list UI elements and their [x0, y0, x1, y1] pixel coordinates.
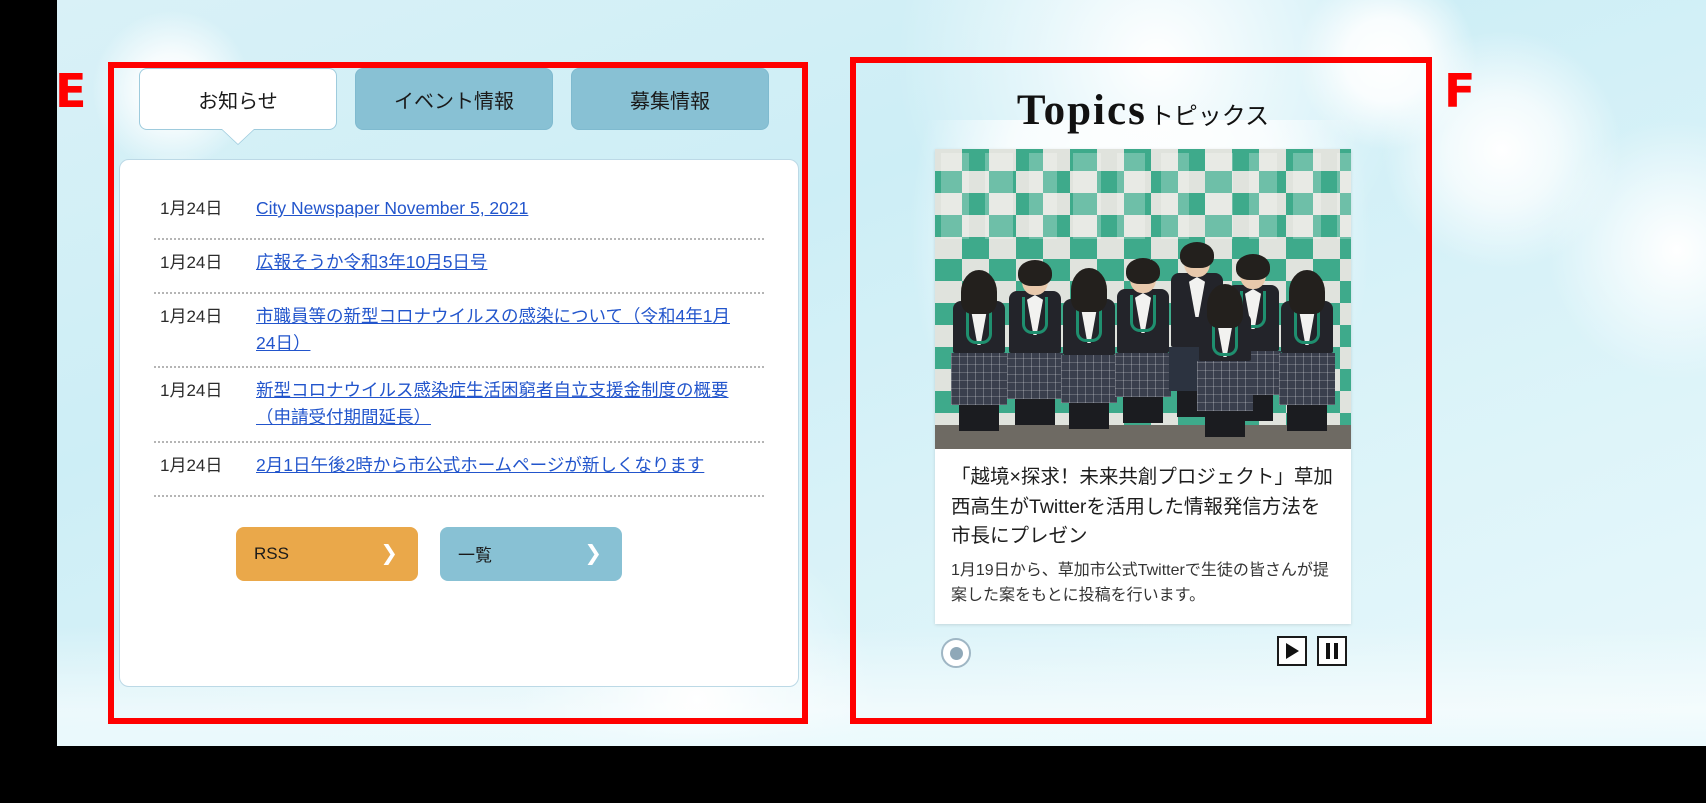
topics-description: 1月19日から、草加市公式Twitterで生徒の皆さんが提案した案をもとに投稿を…	[951, 561, 1329, 605]
slide-indicator-dot	[949, 646, 963, 660]
tab-event-info-label: イベント情報	[394, 90, 514, 113]
topics-headline[interactable]: 「越境×探求！未来共創プロジェクト」草加西高生がTwitterを活用した情報発信…	[951, 463, 1335, 552]
pause-button[interactable]	[1317, 636, 1347, 667]
playback-controls	[1277, 636, 1347, 667]
news-item-link[interactable]: 新型コロナウイルス感染症生活困窮者自立支援金制度の概要（申請受付期間延長）	[256, 377, 730, 431]
news-item-link[interactable]: 2月1日午後2時から市公式ホームページが新しくなります	[256, 452, 704, 479]
tab-oshirase-label: お知らせ	[198, 90, 278, 113]
news-item-date: 1月24日	[160, 381, 223, 401]
chevron-right-icon: ❯	[584, 542, 602, 565]
news-tab-bar: お知らせ イベント情報 募集情報	[119, 68, 799, 130]
slide-indicator-icon[interactable]	[941, 638, 971, 669]
topics-heading-jp: トピックス	[1149, 103, 1270, 130]
news-item-link[interactable]: 市職員等の新型コロナウイルスの感染について（令和4年1月24日）	[256, 303, 730, 357]
topics-carousel-controls	[935, 636, 1351, 676]
annotation-label-f: F	[1444, 64, 1476, 118]
rss-button-label: RSS	[254, 543, 289, 563]
news-list-item[interactable]: 1月24日 市職員等の新型コロナウイルスの感染について（令和4年1月24日）	[154, 294, 764, 369]
topics-card[interactable]: 「越境×探求！未来共創プロジェクト」草加西高生がTwitterを活用した情報発信…	[935, 149, 1351, 625]
tab-recruit-info[interactable]: 募集情報	[571, 68, 769, 130]
news-list-item[interactable]: 1月24日 City Newspaper November 5, 2021	[154, 186, 764, 240]
list-all-button[interactable]: 一覧 ❯	[440, 526, 622, 581]
tab-event-info[interactable]: イベント情報	[355, 68, 553, 130]
play-button[interactable]	[1277, 636, 1307, 667]
play-icon	[1285, 643, 1299, 660]
annotation-label-e: E	[55, 64, 87, 118]
news-item-date: 1月24日	[160, 253, 223, 272]
topics-photo	[935, 149, 1351, 449]
news-action-buttons: RSS ❯ 一覧 ❯	[154, 526, 764, 581]
photo-group-of-people	[935, 211, 1351, 437]
news-list-item[interactable]: 1月24日 2月1日午後2時から市公式ホームページが新しくなります	[154, 443, 764, 497]
news-panel: お知らせ イベント情報 募集情報 1月24日 City Newspaper No…	[119, 68, 799, 718]
tab-recruit-info-label: 募集情報	[630, 90, 710, 113]
chevron-right-icon: ❯	[380, 542, 398, 565]
topics-heading-en: Topics	[1016, 87, 1147, 134]
topics-caption: 「越境×探求！未来共創プロジェクト」草加西高生がTwitterを活用した情報発信…	[935, 449, 1351, 624]
tab-oshirase[interactable]: お知らせ	[139, 68, 337, 130]
news-item-link[interactable]: 広報そうか令和3年10月5日号	[256, 249, 487, 276]
screenshot-root: E F お知らせ イベント情報 募集情報 1月24日 City Newspape…	[0, 0, 1706, 803]
topics-panel: Topics トピックス 「越境×探求！未来共創プロジェクト」草加西高生がTwi…	[858, 64, 1428, 717]
topics-heading: Topics トピックス	[858, 86, 1428, 135]
news-item-date: 1月24日	[160, 199, 223, 218]
news-item-date: 1月24日	[160, 307, 223, 326]
rss-button[interactable]: RSS ❯	[236, 526, 418, 581]
news-item-date: 1月24日	[160, 455, 223, 475]
news-list-item[interactable]: 1月24日 広報そうか令和3年10月5日号	[154, 240, 764, 294]
news-list-item[interactable]: 1月24日 新型コロナウイルス感染症生活困窮者自立支援金制度の概要（申請受付期間…	[154, 368, 764, 443]
news-list-container: 1月24日 City Newspaper November 5, 2021 1月…	[119, 159, 799, 687]
pause-icon	[1326, 643, 1338, 660]
list-all-button-label: 一覧	[458, 546, 492, 565]
news-item-link[interactable]: City Newspaper November 5, 2021	[256, 195, 528, 222]
